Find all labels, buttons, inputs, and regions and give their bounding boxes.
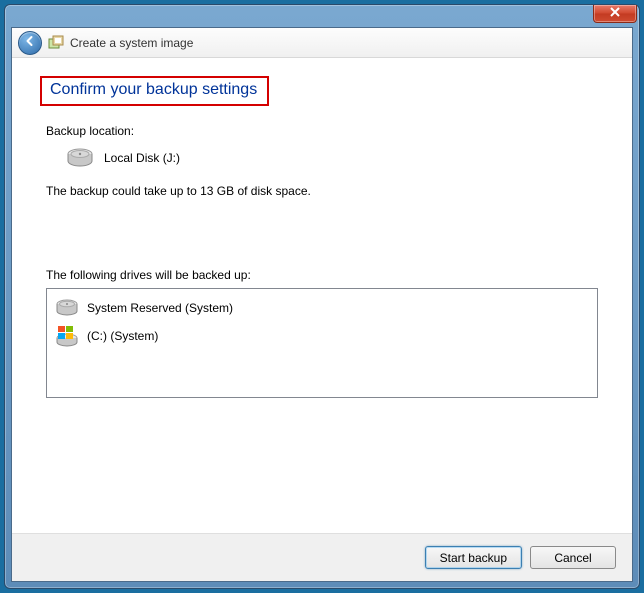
page-heading: Confirm your backup settings (44, 79, 263, 101)
start-backup-button[interactable]: Start backup (425, 546, 522, 569)
dialog-inner: Create a system image Confirm your backu… (11, 27, 633, 582)
backup-location-row: Local Disk (J:) (66, 148, 598, 168)
drives-listbox: System Reserved (System) (C:) (Sys (46, 288, 598, 398)
close-icon (610, 7, 620, 20)
list-item: (C:) (System) (55, 321, 589, 351)
cancel-button[interactable]: Cancel (530, 546, 616, 569)
backup-size-note: The backup could take up to 13 GB of dis… (46, 184, 598, 198)
drive-label: System Reserved (System) (87, 301, 233, 315)
titlebar (5, 5, 639, 27)
hard-disk-icon (55, 299, 79, 317)
dialog-window: Create a system image Confirm your backu… (4, 4, 640, 589)
close-button[interactable] (593, 5, 637, 23)
backup-location-label: Backup location: (46, 124, 598, 138)
windows-drive-icon (55, 325, 79, 347)
drive-label: (C:) (System) (87, 329, 158, 343)
backup-location-value: Local Disk (J:) (104, 151, 180, 165)
wizard-header: Create a system image (12, 28, 632, 58)
content-area: Confirm your backup settings Backup loca… (12, 58, 632, 533)
dialog-footer: Start backup Cancel (12, 533, 632, 581)
drives-to-backup-label: The following drives will be backed up: (46, 268, 598, 282)
wizard-title: Create a system image (70, 36, 193, 50)
arrow-left-icon (24, 35, 36, 50)
list-item: System Reserved (System) (55, 295, 589, 321)
heading-highlight: Confirm your backup settings (40, 76, 269, 106)
system-image-icon (48, 35, 64, 51)
hard-disk-icon (66, 148, 94, 168)
back-button[interactable] (18, 31, 42, 55)
